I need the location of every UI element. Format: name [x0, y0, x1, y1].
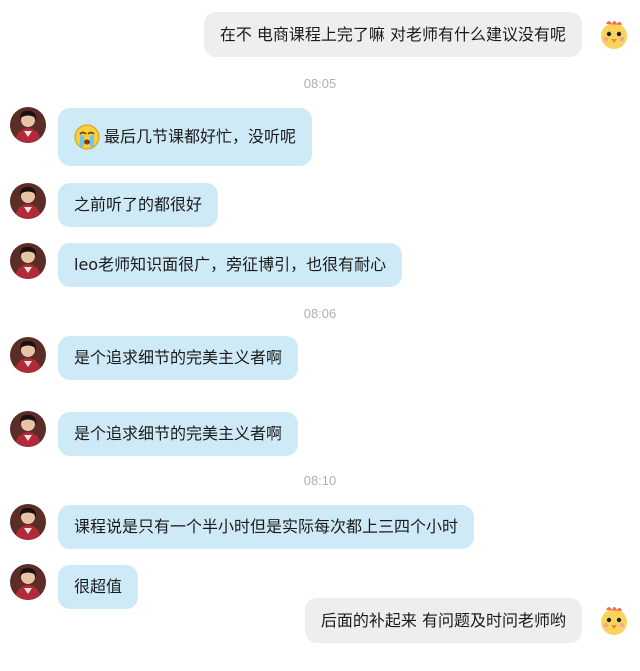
message-bubble[interactable]: 之前听了的都很好	[58, 183, 219, 227]
timestamp: 08:10	[303, 473, 337, 488]
user-avatar-icon[interactable]	[10, 183, 46, 219]
message-bubble[interactable]: 课程说是只有一个半小时但是实际每次都上三四个小时	[58, 505, 475, 549]
message-text: 课程说是只有一个半小时但是实际每次都上三四个小时	[74, 517, 459, 536]
message-text: 后面的补起来 有问题及时问老师哟	[320, 610, 566, 630]
message-text: 是个追求细节的完美主义者啊	[74, 424, 283, 443]
message-text: 在不 电商课程上完了嘛 对老师有什么建议没有呢	[219, 24, 566, 44]
message-text: 之前听了的都很好	[74, 195, 203, 214]
crying-face-emoji-icon	[74, 124, 100, 150]
user-avatar-icon[interactable]	[10, 337, 46, 373]
message-text: 很超值	[74, 577, 123, 596]
message-bubble[interactable]: 在不 电商课程上完了嘛 对老师有什么建议没有呢	[203, 12, 582, 57]
message-text: 最后几节课都好忙，没听呢	[104, 127, 297, 146]
user-avatar-icon[interactable]	[10, 243, 46, 279]
message-bubble[interactable]: 是个追求细节的完美主义者啊	[58, 336, 299, 380]
message-bubble[interactable]: leo老师知识面很广，旁征博引，也很有耐心	[58, 243, 403, 287]
chick-avatar-icon[interactable]	[596, 602, 632, 638]
user-avatar-icon[interactable]	[10, 107, 46, 143]
message-bubble[interactable]: 最后几节课都好忙，没听呢	[58, 108, 313, 166]
message-text: 是个追求细节的完美主义者啊	[74, 348, 283, 367]
timestamp: 08:05	[303, 76, 337, 91]
user-avatar-icon[interactable]	[10, 504, 46, 540]
user-avatar-icon[interactable]	[10, 564, 46, 600]
message-bubble[interactable]: 很超值	[58, 565, 139, 609]
message-bubble[interactable]: 是个追求细节的完美主义者啊	[58, 412, 299, 456]
timestamp: 08:06	[303, 306, 337, 321]
message-text: leo老师知识面很广，旁征博引，也很有耐心	[74, 255, 387, 274]
message-bubble[interactable]: 后面的补起来 有问题及时问老师哟	[304, 598, 582, 643]
chick-avatar-icon[interactable]	[596, 16, 632, 52]
user-avatar-icon[interactable]	[10, 411, 46, 447]
